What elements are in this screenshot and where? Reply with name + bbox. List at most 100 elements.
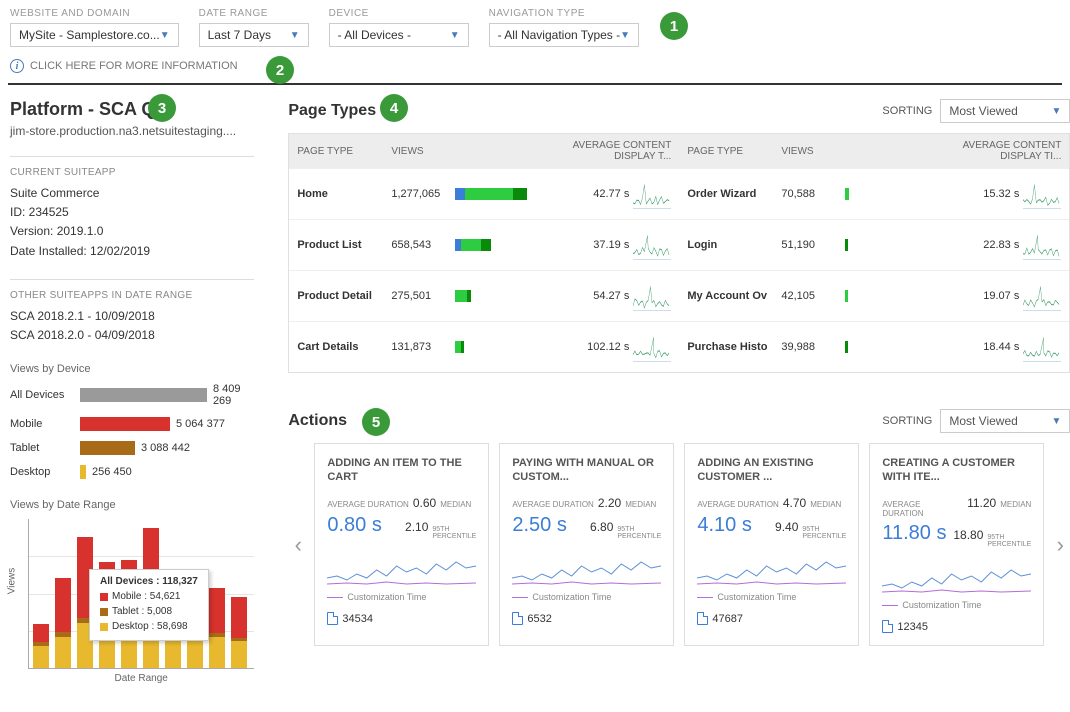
- card-sparkline: [327, 548, 476, 588]
- pt-page: Purchase Histo: [687, 341, 777, 353]
- other-suiteapp-row: SCA 2018.2.1 - 10/09/2018: [10, 307, 254, 326]
- pt-views: 42,105: [781, 290, 841, 302]
- card-title: ADDING AN ITEM TO THE CART: [327, 456, 476, 486]
- filter-daterange-dropdown[interactable]: Last 7 Days ▼: [199, 23, 309, 47]
- pt-time: 54.27 s: [549, 290, 629, 302]
- actions-sort-dropdown[interactable]: Most Viewed ▼: [940, 409, 1070, 433]
- avg-duration-value: 2.20: [598, 496, 621, 510]
- filter-bar: WEBSITE AND DOMAIN MySite - Samplestore.…: [0, 0, 1070, 59]
- current-suiteapp-installed: Date Installed: 12/02/2019: [10, 242, 254, 261]
- action-card[interactable]: CREATING A CUSTOMER WITH ITE... AVERAGE …: [869, 443, 1044, 646]
- info-link-row[interactable]: i CLICK HERE FOR MORE INFORMATION: [0, 59, 1070, 83]
- card-legend: Customization Time: [697, 592, 846, 602]
- median-label: MEDIAN: [625, 500, 656, 509]
- pt-views: 39,988: [781, 341, 841, 353]
- vdr-tooltip-desktop: Desktop : 58,698: [112, 619, 188, 634]
- pt-time: 15.32 s: [939, 188, 1019, 200]
- filter-navtype-dropdown[interactable]: - All Navigation Types - ▼: [489, 23, 639, 47]
- vbd-value: 5 064 377: [176, 418, 225, 430]
- vbd-bar: [80, 441, 135, 455]
- page-icon: [327, 612, 338, 625]
- filter-device-label: DEVICE: [329, 8, 469, 19]
- filter-device-value: - All Devices -: [338, 28, 411, 42]
- pagetypes-sort-dropdown[interactable]: Most Viewed ▼: [940, 99, 1070, 123]
- action-card[interactable]: ADDING AN ITEM TO THE CART AVERAGE DURAT…: [314, 443, 489, 646]
- chevron-left-icon[interactable]: ‹: [288, 532, 308, 558]
- filter-daterange-value: Last 7 Days: [208, 28, 271, 42]
- avg-duration-value: 4.70: [783, 496, 806, 510]
- pt-views: 70,588: [781, 188, 841, 200]
- filter-navtype-value: - All Navigation Types -: [498, 28, 621, 42]
- pt-page: My Account Ov: [687, 290, 777, 302]
- chevron-down-icon: ▼: [1051, 416, 1061, 427]
- pt-minibar: [845, 341, 935, 353]
- pct-label: 95THPERCENTILE: [802, 526, 846, 540]
- pagetype-row[interactable]: Home 1,277,065 42.77 s: [289, 168, 679, 219]
- card-count: 12345: [897, 621, 928, 633]
- actions-title: Actions: [288, 412, 347, 430]
- views-by-device-head: Views by Device: [10, 363, 254, 375]
- pt-minibar: [455, 188, 545, 200]
- card-big-value: 2.50 s: [512, 514, 566, 537]
- median-label: MEDIAN: [810, 500, 841, 509]
- pt-minibar: [455, 341, 545, 353]
- vbd-value: 3 088 442: [141, 442, 190, 454]
- pct-label: 95THPERCENTILE: [987, 534, 1031, 548]
- pt-minibar: [845, 290, 935, 302]
- chevron-down-icon: ▼: [290, 30, 300, 41]
- filter-website-value: MySite - Samplestore.co...: [19, 28, 160, 42]
- card-title: PAYING WITH MANUAL OR CUSTOM...: [512, 456, 661, 486]
- vbd-value: 256 450: [92, 466, 132, 478]
- card-sparkline: [697, 548, 846, 588]
- avg-duration-label: AVERAGE DURATION: [697, 500, 779, 509]
- chevron-down-icon: ▼: [160, 30, 170, 41]
- vbd-bar: [80, 465, 86, 479]
- vbd-bar: [80, 388, 207, 402]
- pagetype-row[interactable]: Cart Details 131,873 102.12 s: [289, 321, 679, 372]
- card-big-value: 0.80 s: [327, 514, 381, 537]
- pagetype-row[interactable]: My Account Ov 42,105 19.07 s: [679, 270, 1069, 321]
- pagetype-row[interactable]: Product List 658,543 37.19 s: [289, 219, 679, 270]
- page-icon: [512, 612, 523, 625]
- page-title: Platform - SCA QA: [10, 99, 254, 120]
- pt-sparkline: [1023, 332, 1061, 362]
- pagetype-row[interactable]: Order Wizard 70,588 15.32 s: [679, 168, 1069, 219]
- action-card[interactable]: PAYING WITH MANUAL OR CUSTOM... AVERAGE …: [499, 443, 674, 646]
- pt-page: Cart Details: [297, 341, 387, 353]
- pagetype-row[interactable]: Login 51,190 22.83 s: [679, 219, 1069, 270]
- sort-label: SORTING: [882, 105, 932, 117]
- pt-page: Order Wizard: [687, 188, 777, 200]
- card-legend: Customization Time: [327, 592, 476, 602]
- pt-page: Product Detail: [297, 290, 387, 302]
- vbd-label: Tablet: [10, 442, 80, 454]
- pt-minibar: [845, 239, 935, 251]
- vdr-tooltip-mobile: Mobile : 54,621: [112, 589, 180, 604]
- card-title: ADDING AN EXISTING CUSTOMER ...: [697, 456, 846, 486]
- vbd-row: All Devices 8 409 269: [10, 383, 254, 407]
- current-suiteapp-name: Suite Commerce: [10, 184, 254, 203]
- card-count: 47687: [712, 613, 743, 625]
- card-count: 6532: [527, 613, 551, 625]
- action-card[interactable]: ADDING AN EXISTING CUSTOMER ... AVERAGE …: [684, 443, 859, 646]
- vdr-bar-column: [33, 624, 49, 668]
- current-suiteapp-version: Version: 2019.1.0: [10, 222, 254, 241]
- callout-5: 5: [362, 408, 390, 436]
- views-by-daterange-head: Views by Date Range: [10, 499, 254, 511]
- chevron-right-icon[interactable]: ›: [1050, 532, 1070, 558]
- pt-views: 275,501: [391, 290, 451, 302]
- filter-website-dropdown[interactable]: MySite - Samplestore.co... ▼: [10, 23, 179, 47]
- avg-duration-value: 0.60: [413, 496, 436, 510]
- avg-duration-value: 11.20: [967, 496, 996, 510]
- pt-views: 658,543: [391, 239, 451, 251]
- chevron-down-icon: ▼: [450, 30, 460, 41]
- pagetype-row[interactable]: Purchase Histo 39,988 18.44 s: [679, 321, 1069, 372]
- pagetype-row[interactable]: Product Detail 275,501 54.27 s: [289, 270, 679, 321]
- pt-views: 1,277,065: [391, 188, 451, 200]
- chevron-down-icon: ▼: [1051, 106, 1061, 117]
- pt-time: 42.77 s: [549, 188, 629, 200]
- pt-views: 131,873: [391, 341, 451, 353]
- vdr-bar-column: [209, 588, 225, 668]
- pt-time: 22.83 s: [939, 239, 1019, 251]
- vbd-label: Mobile: [10, 418, 80, 430]
- filter-device-dropdown[interactable]: - All Devices - ▼: [329, 23, 469, 47]
